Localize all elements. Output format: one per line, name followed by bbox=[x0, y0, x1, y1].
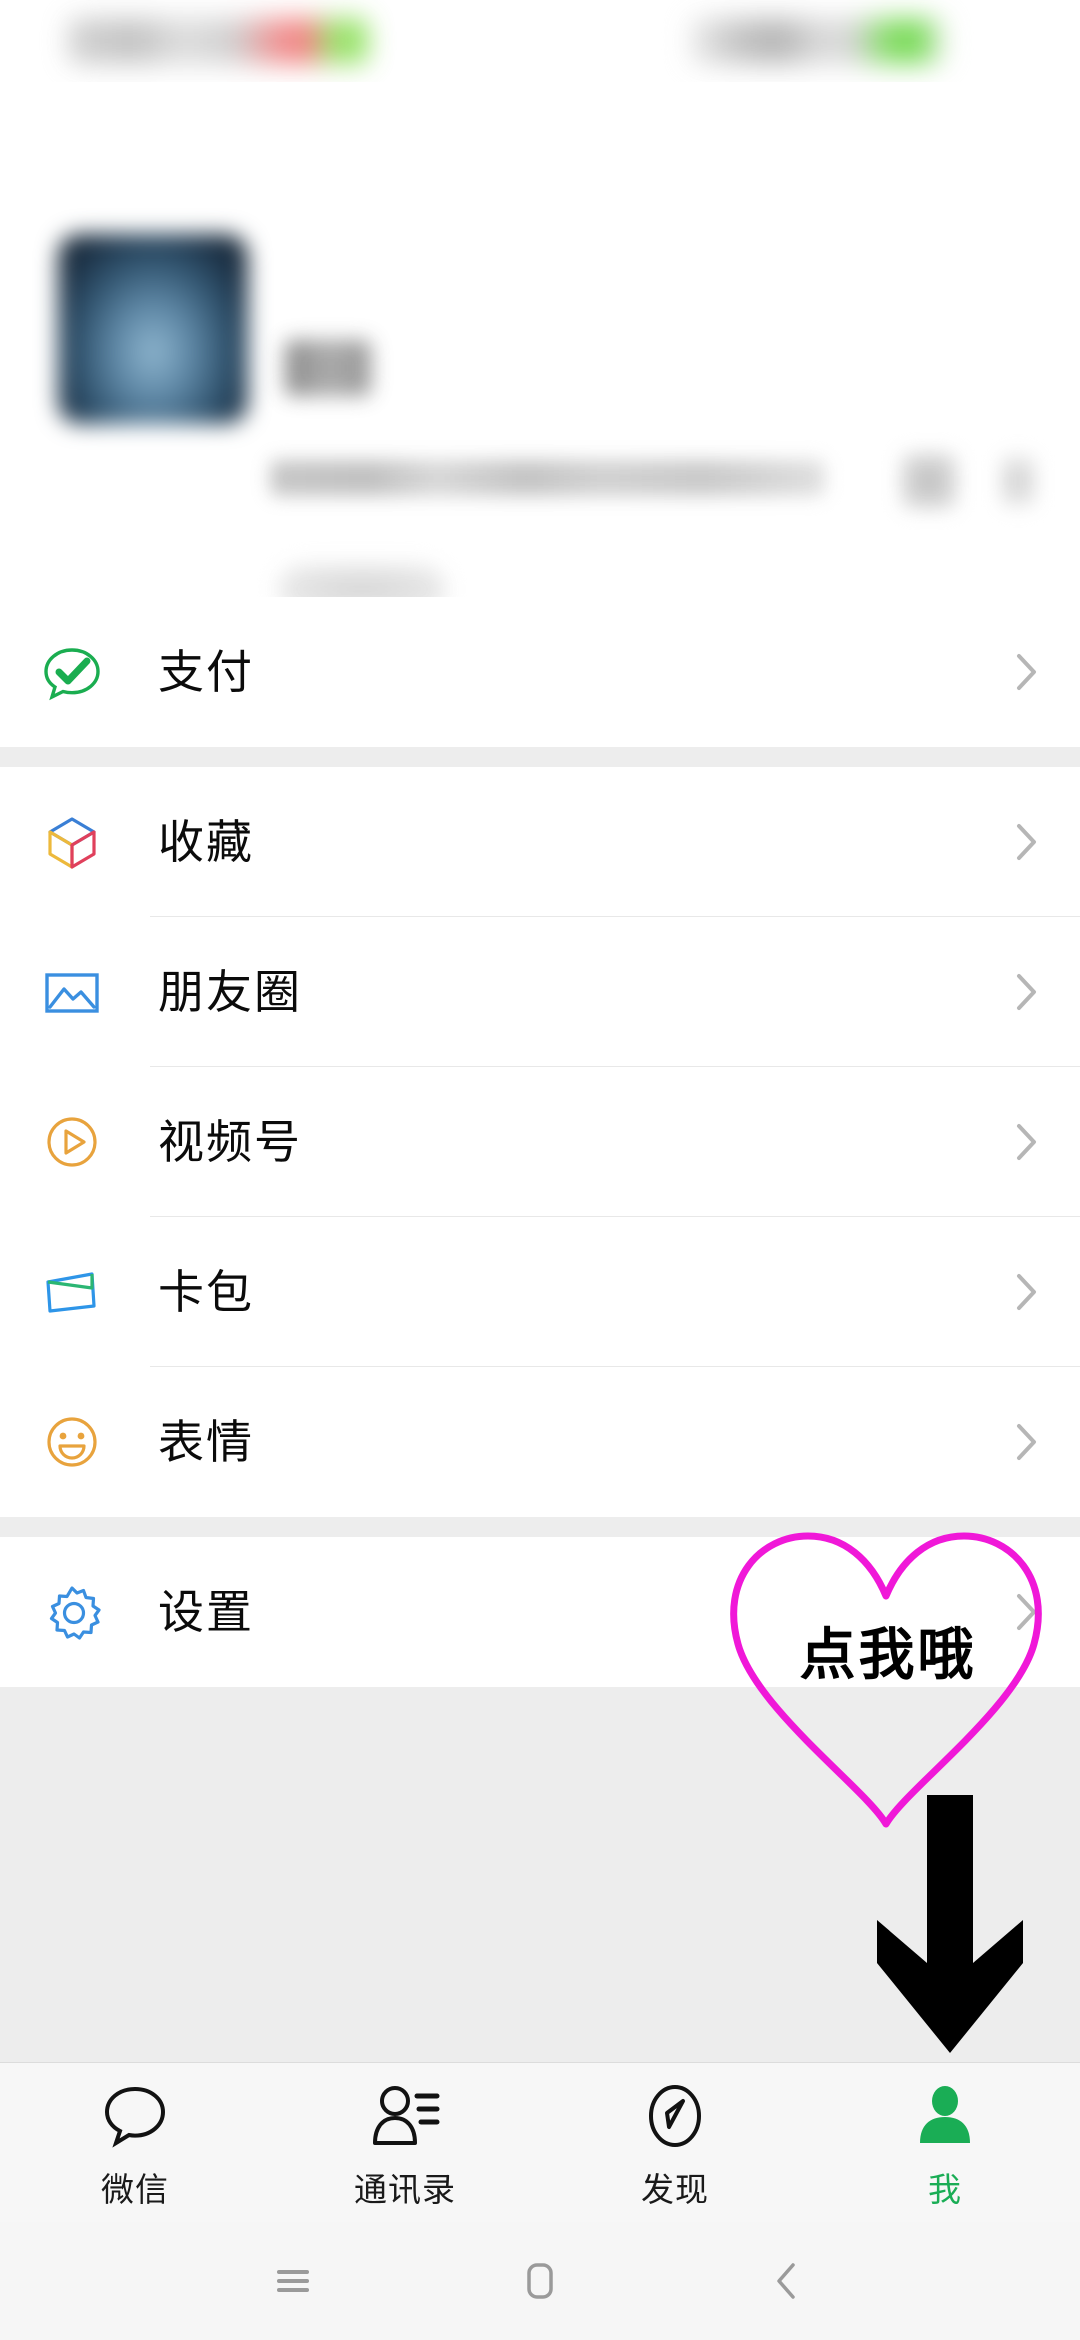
chat-bubble-icon bbox=[102, 2075, 168, 2149]
cards-wallet-icon bbox=[38, 1258, 106, 1326]
menu-item-label: 视频号 bbox=[158, 1119, 302, 1165]
status-bar-left-redacted bbox=[68, 18, 368, 64]
chevron-right-icon bbox=[1000, 454, 1036, 508]
tab-bar: 微信 通讯录 发现 我 bbox=[0, 2062, 1080, 2222]
menu-group-content: 收藏 朋友圈 bbox=[0, 767, 1080, 1517]
tab-wechat[interactable]: 微信 bbox=[0, 2063, 270, 2222]
chevron-right-icon bbox=[1016, 1123, 1038, 1161]
stickers-smiley-icon bbox=[38, 1408, 106, 1476]
tab-contacts[interactable]: 通讯录 bbox=[270, 2063, 540, 2222]
menu-item-label: 朋友圈 bbox=[158, 969, 302, 1015]
moments-photo-icon bbox=[38, 958, 106, 1026]
profile-header[interactable] bbox=[0, 82, 1080, 597]
person-icon bbox=[912, 2075, 978, 2149]
android-nav-bar bbox=[0, 2222, 1080, 2340]
profile-id-redacted bbox=[270, 460, 825, 496]
chevron-right-icon bbox=[1016, 823, 1038, 861]
tab-label: 发现 bbox=[641, 2163, 709, 2211]
menu-item-moments[interactable]: 朋友圈 bbox=[0, 917, 1080, 1067]
compass-icon bbox=[642, 2075, 708, 2149]
qr-code-icon[interactable] bbox=[900, 452, 958, 510]
menu-item-pay[interactable]: 支付 bbox=[0, 597, 1080, 747]
chevron-right-icon bbox=[1016, 1273, 1038, 1311]
menu-item-cards[interactable]: 卡包 bbox=[0, 1217, 1080, 1367]
chevron-right-icon bbox=[1016, 653, 1038, 691]
tab-label: 微信 bbox=[101, 2163, 169, 2211]
status-bar-right-redacted bbox=[690, 18, 945, 64]
tab-me[interactable]: 我 bbox=[810, 2063, 1080, 2222]
menu-item-label: 设置 bbox=[158, 1589, 254, 1635]
menu-item-stickers[interactable]: 表情 bbox=[0, 1367, 1080, 1517]
profile-name-redacted bbox=[285, 340, 371, 396]
settings-gear-icon bbox=[38, 1578, 106, 1646]
menu-item-favorites[interactable]: 收藏 bbox=[0, 767, 1080, 917]
section-gap bbox=[0, 747, 1080, 767]
menu-group-payment: 支付 bbox=[0, 597, 1080, 747]
avatar[interactable] bbox=[58, 234, 248, 424]
menu-item-label: 表情 bbox=[158, 1419, 254, 1465]
annotation-text: 点我哦 bbox=[748, 1610, 1028, 1691]
chevron-right-icon bbox=[1016, 1423, 1038, 1461]
tab-label: 通讯录 bbox=[354, 2163, 456, 2211]
chevron-right-icon bbox=[1016, 973, 1038, 1011]
section-gap bbox=[0, 1517, 1080, 1537]
chevron-left-icon[interactable] bbox=[752, 2246, 822, 2316]
menu-list: 支付 收藏 bbox=[0, 597, 1080, 1687]
tab-label: 我 bbox=[928, 2163, 962, 2211]
menu-item-channels[interactable]: 视频号 bbox=[0, 1067, 1080, 1217]
down-arrow-icon bbox=[855, 1795, 1045, 2055]
menu-item-label: 支付 bbox=[158, 649, 254, 695]
menu-item-label: 收藏 bbox=[158, 819, 254, 865]
rounded-square-icon[interactable] bbox=[505, 2246, 575, 2316]
pay-icon bbox=[38, 638, 106, 706]
tab-discover[interactable]: 发现 bbox=[540, 2063, 810, 2222]
menu-lines-icon[interactable] bbox=[258, 2246, 328, 2316]
menu-item-label: 卡包 bbox=[158, 1269, 254, 1315]
contacts-icon bbox=[369, 2075, 441, 2149]
favorites-cube-icon bbox=[38, 808, 106, 876]
channels-play-icon bbox=[38, 1108, 106, 1176]
status-bar bbox=[0, 0, 1080, 82]
